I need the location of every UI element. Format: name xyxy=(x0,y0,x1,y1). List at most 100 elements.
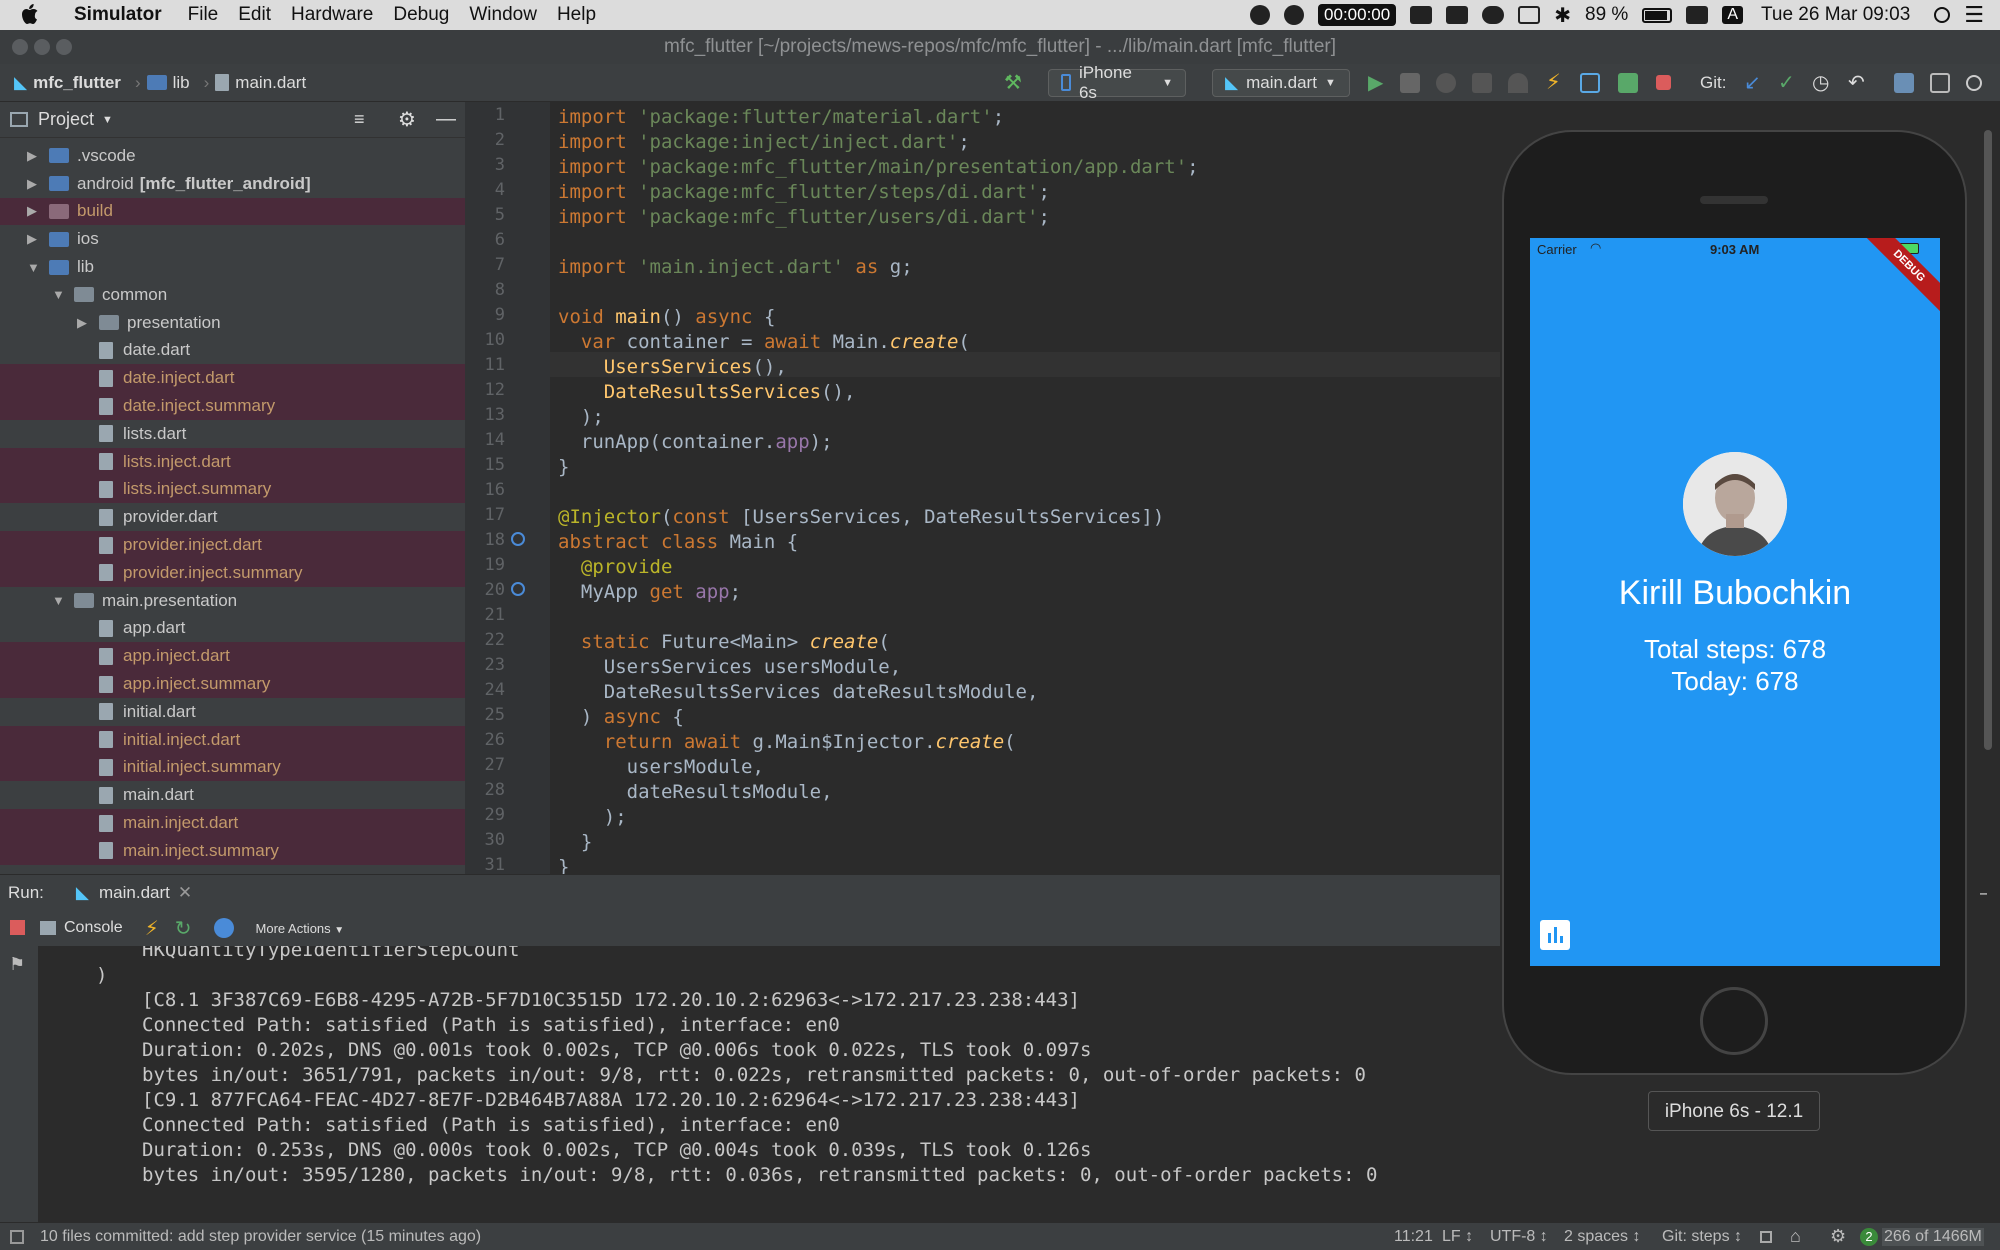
battery-icon[interactable] xyxy=(1642,7,1673,23)
code-line[interactable]: runApp(container.app); xyxy=(558,430,833,455)
list-menu-icon[interactable]: ☰ xyxy=(1964,2,1984,28)
menu-file[interactable]: File xyxy=(188,4,219,26)
chevron-right-icon[interactable]: ▶ xyxy=(27,148,41,164)
tree-item[interactable]: initial.dart xyxy=(0,698,465,726)
code-line[interactable]: ); xyxy=(558,405,604,430)
caret-down-icon[interactable]: ▼ xyxy=(102,114,113,126)
chevron-right-icon[interactable]: ▶ xyxy=(27,231,41,247)
project-panel-title[interactable]: Project xyxy=(38,109,94,130)
device-selector[interactable]: iPhone 6s ▼ xyxy=(1048,63,1186,102)
tree-item[interactable]: date.inject.dart xyxy=(0,364,465,393)
tree-item[interactable]: lists.inject.dart xyxy=(0,447,465,476)
toggle-tool-windows-icon[interactable] xyxy=(10,1229,24,1244)
code-line[interactable]: import 'package:mfc_flutter/users/di.dar… xyxy=(558,205,1050,230)
tree-item[interactable]: ▶ .vscode xyxy=(0,142,465,170)
tree-item[interactable]: ▶ android [mfc_flutter_android] xyxy=(0,170,465,198)
zoom-window-button[interactable] xyxy=(56,39,72,55)
run-play-icon[interactable]: ▶ xyxy=(1368,70,1383,95)
code-line[interactable]: } xyxy=(558,855,569,874)
run-config-selector[interactable]: ◣ main.dart ▼ xyxy=(1212,68,1350,97)
chevron-right-icon[interactable]: ▶ xyxy=(27,176,41,192)
code-line[interactable]: DateResultsServices(), xyxy=(558,380,856,405)
console-tab[interactable]: Console xyxy=(64,919,123,937)
close-window-button[interactable] xyxy=(12,39,28,55)
gear-icon[interactable]: ⚙ xyxy=(398,107,416,132)
stop-icon[interactable] xyxy=(1656,75,1671,90)
git-history-icon[interactable]: ◷ xyxy=(1812,70,1829,95)
keyboard-icon[interactable] xyxy=(1686,6,1709,24)
tree-item[interactable]: provider.inject.summary xyxy=(0,558,465,587)
chevron-right-icon[interactable]: ▶ xyxy=(77,315,91,331)
code-line[interactable]: dateResultsModule, xyxy=(558,780,833,805)
code-line[interactable]: UsersServices usersModule, xyxy=(558,655,901,680)
tree-item[interactable]: app.inject.summary xyxy=(0,670,465,698)
battery-percent[interactable]: 89 % xyxy=(1585,4,1628,26)
profile-avatar[interactable] xyxy=(1683,452,1787,556)
recording-timer[interactable]: 00:00:00 xyxy=(1318,4,1397,26)
datetime[interactable]: Tue 26 Mar 09:03 xyxy=(1761,4,1910,26)
memory-indicator[interactable]: 266 of 1466M xyxy=(1882,1227,1984,1246)
code-line[interactable]: UsersServices(), xyxy=(558,355,787,380)
code-line[interactable]: void main() async { xyxy=(558,305,775,330)
pin-icon[interactable]: ⚑ xyxy=(9,954,25,975)
code-line[interactable]: @Injector(const [UsersServices, DateResu… xyxy=(558,505,1164,530)
input-source[interactable]: A xyxy=(1722,6,1743,24)
cursor-position[interactable]: 11:21 xyxy=(1394,1228,1433,1246)
menu-edit[interactable]: Edit xyxy=(238,4,271,26)
code-line[interactable]: ); xyxy=(558,805,627,830)
code-line[interactable]: import 'package:mfc_flutter/steps/di.dar… xyxy=(558,180,1050,205)
run-tab-main-dart[interactable]: main.dart xyxy=(99,883,170,903)
tree-item[interactable]: main.inject.summary xyxy=(0,836,465,865)
tree-item[interactable]: app.dart xyxy=(0,615,465,643)
home-button[interactable] xyxy=(1700,987,1768,1055)
menu-window[interactable]: Window xyxy=(469,4,537,26)
tree-item[interactable]: lists.inject.summary xyxy=(0,475,465,504)
debug-bug-icon[interactable] xyxy=(1400,72,1420,93)
attach-debugger-icon[interactable] xyxy=(1618,72,1638,93)
code-line[interactable]: @provide xyxy=(558,555,673,580)
git-commit-icon[interactable]: ✓ xyxy=(1778,70,1795,95)
code-line[interactable]: import 'package:inject/inject.dart'; xyxy=(558,130,970,155)
minimize-window-button[interactable] xyxy=(34,39,50,55)
tree-item[interactable]: main.inject.dart xyxy=(0,809,465,837)
status-circle-icon[interactable] xyxy=(1250,5,1271,25)
coverage-icon[interactable] xyxy=(1436,72,1456,93)
terminal-icon[interactable] xyxy=(1930,72,1950,93)
simulator-scrollbar[interactable] xyxy=(1984,130,1992,750)
tree-item[interactable]: initial.inject.summary xyxy=(0,753,465,782)
code-line[interactable]: static Future<Main> create( xyxy=(558,630,890,655)
tree-item[interactable]: provider.inject.dart xyxy=(0,531,465,559)
code-line[interactable]: return await g.Main$Injector.create( xyxy=(558,730,1016,755)
devtools-icon[interactable] xyxy=(213,918,234,938)
breadcrumb-lib[interactable]: lib xyxy=(173,73,190,93)
menu-debug[interactable]: Debug xyxy=(393,4,449,26)
tree-item[interactable]: date.inject.summary xyxy=(0,392,465,420)
more-actions-menu[interactable]: More Actions ▼ xyxy=(256,921,345,936)
tree-item[interactable]: ▼ main.presentation xyxy=(0,587,465,615)
inspector-icon[interactable] xyxy=(1580,72,1600,93)
tree-item[interactable]: ▼ common xyxy=(0,281,465,309)
code-line[interactable]: DateResultsServices dateResultsModule, xyxy=(558,680,1039,705)
chevron-right-icon[interactable]: ▶ xyxy=(27,203,41,219)
stats-fab[interactable] xyxy=(1540,920,1570,950)
line-separator[interactable]: LF ↕ xyxy=(1442,1228,1473,1246)
stop-run-icon[interactable] xyxy=(10,920,25,935)
tree-item[interactable]: initial.inject.dart xyxy=(0,725,465,754)
event-log-badge[interactable]: 2 xyxy=(1860,1227,1878,1246)
code-line[interactable]: usersModule, xyxy=(558,755,764,780)
collapse-all-icon[interactable]: ≡ xyxy=(354,109,365,130)
chevron-down-icon[interactable]: ▼ xyxy=(52,287,66,302)
gauge-icon[interactable] xyxy=(1508,72,1528,93)
phone-screen[interactable]: Carrier ◠ 9:03 AM DEBUG Kirill Bubochkin… xyxy=(1530,238,1940,966)
hammer-build-icon[interactable]: ⚒ xyxy=(1004,70,1022,95)
git-revert-icon[interactable]: ↶ xyxy=(1848,70,1865,95)
code-line[interactable]: import 'package:mfc_flutter/main/present… xyxy=(558,155,1199,180)
implements-marker-icon[interactable] xyxy=(511,532,525,546)
tree-item[interactable]: main.dart xyxy=(0,781,465,809)
code-line[interactable]: MyApp get app; xyxy=(558,580,741,605)
git-update-icon[interactable]: ↙ xyxy=(1744,70,1761,95)
close-tab-icon[interactable]: ✕ xyxy=(178,883,192,903)
tree-item[interactable]: app.inject.dart xyxy=(0,642,465,671)
code-line[interactable]: } xyxy=(558,455,569,480)
tree-item[interactable]: date.dart xyxy=(0,337,465,365)
